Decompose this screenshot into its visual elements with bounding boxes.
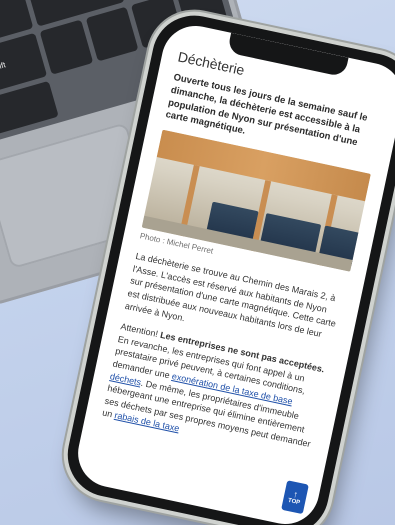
back-to-top-button[interactable]: ↑ TOP bbox=[281, 480, 309, 515]
top-label: TOP bbox=[287, 497, 301, 506]
key bbox=[85, 6, 139, 62]
key bbox=[0, 81, 60, 141]
key bbox=[39, 19, 93, 75]
